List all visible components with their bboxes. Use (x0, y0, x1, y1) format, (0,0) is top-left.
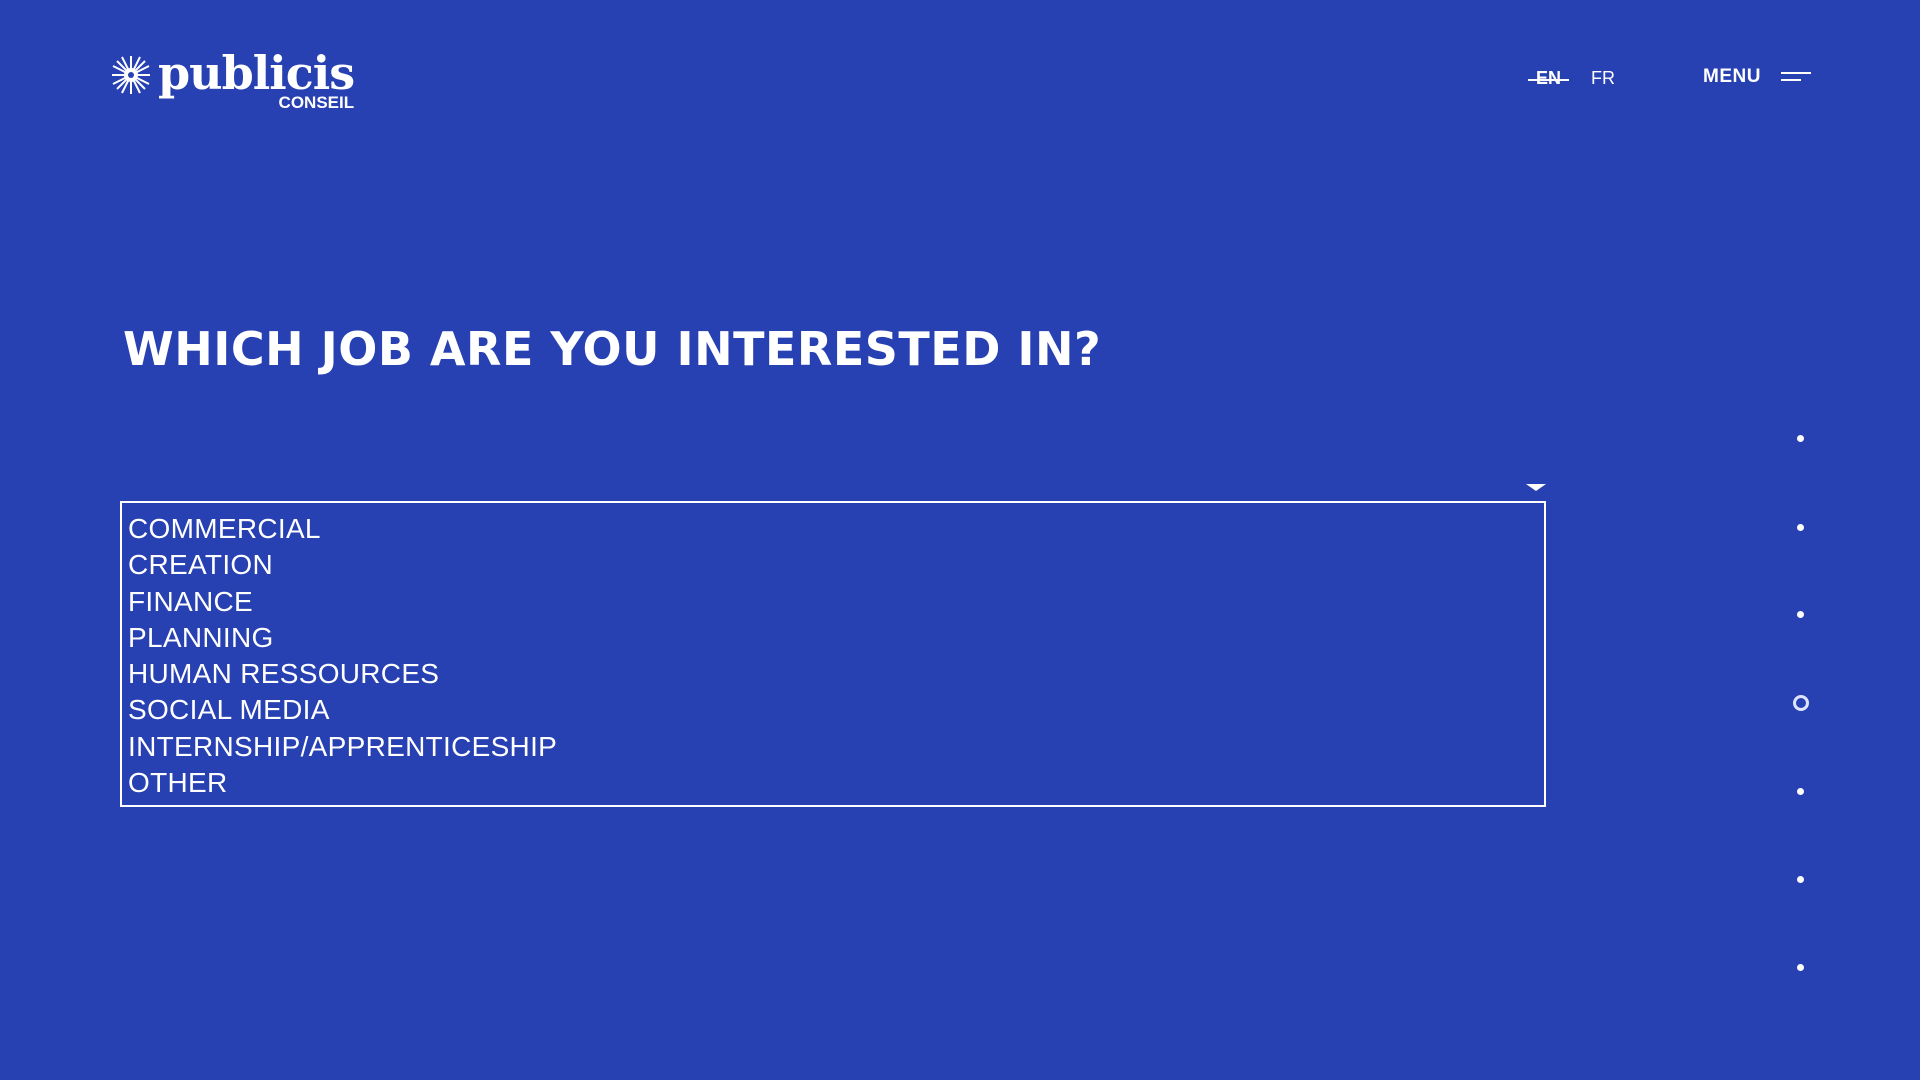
question-title: WHICH JOB ARE YOU INTERESTED IN? (123, 322, 1102, 376)
option-commercial[interactable]: COMMERCIAL (128, 511, 1538, 547)
step-dot-2[interactable] (1797, 524, 1804, 531)
option-human-ressources[interactable]: HUMAN RESSOURCES (128, 656, 1538, 692)
step-dot-1[interactable] (1797, 435, 1804, 442)
page: publicis CONSEIL EN FR MENU WHICH JOB AR… (0, 0, 1920, 1080)
publicis-conseil-logo[interactable]: publicis CONSEIL (110, 46, 355, 112)
logo-wordmark: publicis (158, 46, 355, 100)
option-social-media[interactable]: SOCIAL MEDIA (128, 692, 1538, 728)
option-planning[interactable]: PLANNING (128, 620, 1538, 656)
step-dot-3[interactable] (1797, 611, 1804, 618)
option-finance[interactable]: FINANCE (128, 584, 1538, 620)
starburst-logo-icon (112, 56, 150, 94)
option-creation[interactable]: CREATION (128, 547, 1538, 583)
step-dot-5[interactable] (1797, 788, 1804, 795)
language-switcher: EN FR (1528, 68, 1615, 89)
language-fr[interactable]: FR (1591, 68, 1615, 89)
step-dot-6[interactable] (1797, 876, 1804, 883)
option-internship[interactable]: INTERNSHIP/APPRENTICESHIP (128, 729, 1538, 765)
step-navigation (1790, 0, 1810, 1080)
caret-down-icon[interactable] (1526, 484, 1546, 491)
menu-label: MENU (1703, 66, 1761, 87)
language-en[interactable]: EN (1528, 68, 1570, 89)
step-dot-4-active[interactable] (1793, 695, 1809, 711)
step-dot-7[interactable] (1797, 964, 1804, 971)
option-other[interactable]: OTHER (128, 765, 1538, 801)
logo-subtitle: CONSEIL (278, 93, 355, 112)
job-select-listbox[interactable]: COMMERCIAL CREATION FINANCE PLANNING HUM… (120, 501, 1546, 807)
logo-text: publicis CONSEIL (158, 46, 355, 112)
